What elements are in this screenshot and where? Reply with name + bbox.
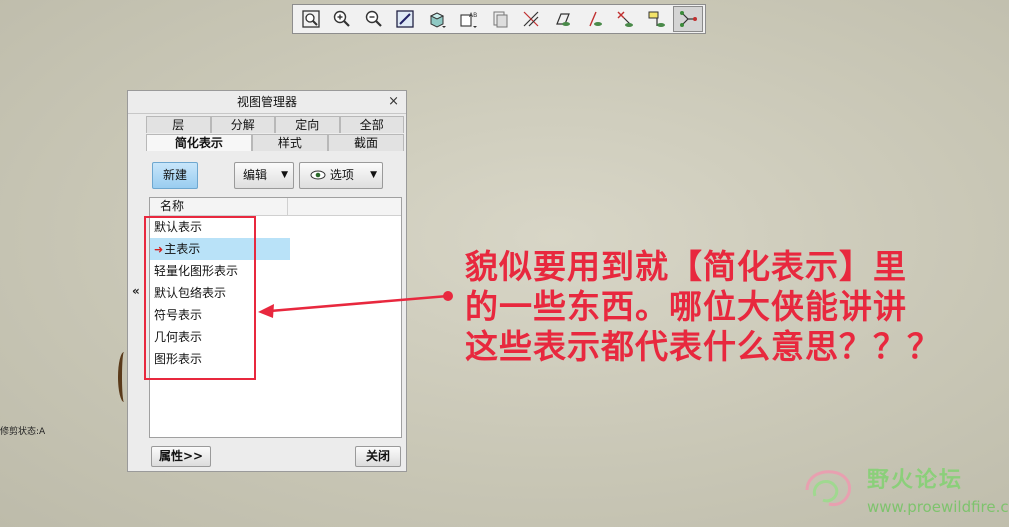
close-icon[interactable]: × xyxy=(388,91,399,113)
list-header: 名称 xyxy=(150,198,401,216)
watermark-name: 野火论坛 xyxy=(867,468,964,493)
watermark-logo-icon xyxy=(805,470,852,507)
view-manager-icon xyxy=(493,11,508,28)
watermark-url: www.proewildfire.cn xyxy=(867,498,1009,516)
datum-axis-display-icon xyxy=(589,11,602,27)
view-manager-button[interactable] xyxy=(485,6,515,32)
spin-center-button[interactable] xyxy=(673,6,704,32)
collapse-panel-icon[interactable]: « xyxy=(132,284,140,298)
datum-point-display-icon xyxy=(617,11,634,27)
datum-point-display-button[interactable] xyxy=(611,6,641,32)
tab-layers[interactable]: 层 xyxy=(146,116,211,133)
datum-plane-display-button[interactable] xyxy=(548,6,578,32)
dialog-title: 视图管理器 xyxy=(236,95,297,109)
eye-icon xyxy=(310,170,326,180)
zoom-fit-button[interactable] xyxy=(296,6,326,32)
tab-row-lower: 简化表示 样式 截面 xyxy=(146,134,405,151)
tab-explode[interactable]: 分解 xyxy=(210,116,275,133)
annotation-line: 的一些东西。哪位大侠能讲讲 xyxy=(465,287,907,326)
caret-down-icon: ▼ xyxy=(281,170,288,180)
saved-views-button[interactable]: AB xyxy=(453,6,483,32)
annotation-text: 貌似要用到就【简化表示】里 的一些东西。哪位大侠能讲讲 这些表示都代表什么意思？… xyxy=(465,247,995,367)
svg-text:AB: AB xyxy=(469,12,477,19)
zoom-in-button[interactable] xyxy=(327,6,357,32)
coordinate-system-button[interactable] xyxy=(642,6,672,32)
zoom-out-button[interactable] xyxy=(359,6,389,32)
tab-row-upper: 层 分解 定向 全部 xyxy=(146,116,404,133)
tab-orient[interactable]: 定向 xyxy=(275,116,340,133)
zoom-fit-icon xyxy=(302,10,320,28)
zoom-in-icon xyxy=(334,10,351,27)
caret-down-icon: ▼ xyxy=(370,170,377,180)
datum-planes-button[interactable] xyxy=(516,6,546,32)
options-label: 选项 xyxy=(329,168,354,182)
repaint-button[interactable] xyxy=(390,6,420,32)
dialog-title-bar: 视图管理器 × xyxy=(128,91,406,114)
edit-dropdown[interactable]: 编辑 ▼ xyxy=(234,162,294,189)
annotation-line: 这些表示都代表什么意思？？？ xyxy=(465,327,941,366)
spin-center-icon xyxy=(680,11,698,27)
zoom-out-icon xyxy=(365,10,382,27)
trim-status-label: 修剪状态:A xyxy=(0,427,46,437)
datum-planes-icon xyxy=(523,11,539,27)
options-dropdown[interactable]: 选项 ▼ xyxy=(299,162,383,189)
tab-style[interactable]: 样式 xyxy=(251,134,328,151)
forum-watermark: 野火论坛 www.proewildfire.cn xyxy=(797,460,1009,522)
view-toolbar: AB xyxy=(292,4,706,34)
highlight-box xyxy=(144,216,256,380)
close-button[interactable]: 关闭 xyxy=(355,446,401,467)
shaded-display-button[interactable] xyxy=(422,6,452,32)
repaint-icon xyxy=(396,10,414,28)
new-button[interactable]: 新建 xyxy=(152,162,198,189)
datum-axis-display-button[interactable] xyxy=(579,6,609,32)
coordinate-system-icon xyxy=(648,11,665,27)
tab-all[interactable]: 全部 xyxy=(339,116,404,133)
tab-simplified-rep[interactable]: 简化表示 xyxy=(146,134,252,151)
edit-label: 编辑 xyxy=(243,168,268,182)
datum-plane-display-icon xyxy=(556,13,571,26)
tab-section[interactable]: 截面 xyxy=(327,134,405,151)
properties-button[interactable]: 属性>> xyxy=(151,446,211,467)
annotation-line: 貌似要用到就【简化表示】里 xyxy=(465,247,907,286)
column-header-name[interactable]: 名称 xyxy=(150,198,288,215)
shaded-display-icon xyxy=(429,12,446,28)
dialog-action-row: 新建 编辑 ▼ 选项 ▼ xyxy=(150,161,390,191)
saved-views-icon: AB xyxy=(460,12,477,28)
